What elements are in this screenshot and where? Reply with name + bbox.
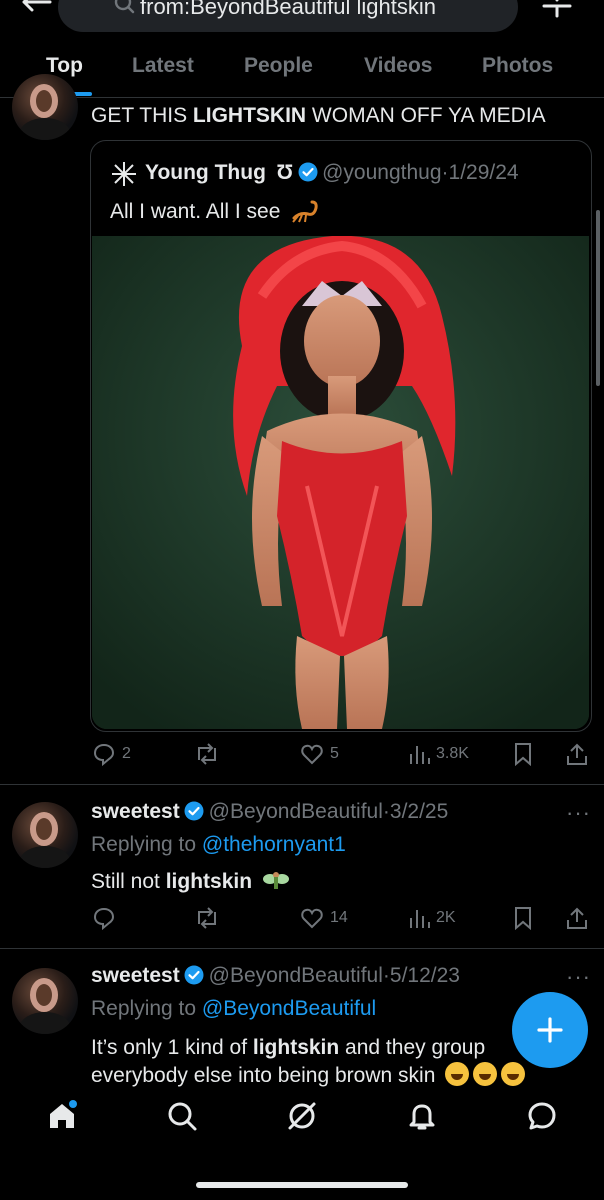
laughing-emoji-icon — [473, 1062, 498, 1086]
author-line: sweetest @BeyondBeautiful·5/12/23 — [91, 964, 460, 987]
author-line: sweetest @BeyondBeautiful·3/2/25 — [91, 800, 449, 823]
post-divider — [0, 948, 604, 949]
post-text-line-1: It’s only 1 kind of lightskin and they g… — [91, 1036, 486, 1059]
views-icon — [410, 910, 430, 928]
like-icon — [301, 744, 323, 765]
starburst-icon — [112, 162, 136, 186]
scrollbar-thumb[interactable] — [596, 210, 600, 386]
quoted-text: All I want. All I see — [110, 198, 320, 225]
verified-icon — [184, 965, 204, 985]
retweet-action[interactable] — [194, 742, 226, 766]
author-name[interactable]: sweetest — [91, 964, 180, 987]
like-action[interactable]: 5 — [300, 742, 339, 766]
search-nav-icon[interactable] — [166, 1100, 198, 1132]
home-indicator — [196, 1182, 408, 1188]
tab-people[interactable]: People — [244, 54, 313, 78]
retweet-icon — [198, 743, 216, 765]
tab-latest[interactable]: Latest — [132, 54, 194, 78]
retweet-action[interactable] — [194, 906, 226, 930]
compose-button[interactable] — [512, 992, 588, 1068]
quoted-photo[interactable] — [92, 236, 589, 729]
laughing-emoji-icon — [501, 1062, 526, 1086]
post-text: Still not lightskin — [91, 868, 290, 895]
views-action[interactable]: 3.8K — [408, 742, 469, 766]
author-handle: @BeyondBeautiful — [208, 964, 383, 987]
views-icon — [410, 746, 430, 764]
back-arrow-icon[interactable] — [16, 0, 56, 28]
replying-to: Replying to @BeyondBeautiful — [91, 997, 377, 1020]
search-tabs: Top Latest People Videos Photos — [0, 46, 604, 98]
search-query[interactable]: from:BeyondBeautiful lightskin — [140, 0, 436, 20]
post-text: GET THIS LIGHTSKIN WOMAN OFF YA MEDIA — [91, 104, 546, 127]
quoted-author-line: Young Thug Ʊ @youngthug·1/29/24 — [145, 161, 519, 184]
tab-photos[interactable]: Photos — [482, 54, 553, 78]
quoted-date: 1/29/24 — [448, 161, 519, 184]
reply-icon — [93, 743, 115, 766]
like-action[interactable]: 14 — [300, 906, 348, 930]
reply-action[interactable]: 2 — [92, 742, 131, 766]
bookmark-icon[interactable] — [512, 906, 534, 930]
more-options-button[interactable]: ··· — [566, 800, 591, 826]
reply-action[interactable] — [92, 906, 122, 930]
tabs-divider — [0, 97, 604, 98]
photo-woman-red-costume — [92, 236, 589, 729]
settings-icon[interactable] — [540, 0, 574, 20]
author-handle: @BeyondBeautiful — [208, 800, 383, 823]
verified-icon — [298, 162, 318, 182]
top-bar: from:BeyondBeautiful lightskin — [0, 0, 604, 46]
reply-icon — [93, 907, 115, 930]
laughing-emoji-icon — [445, 1062, 470, 1086]
bookmark-icon[interactable] — [512, 742, 534, 766]
share-icon[interactable] — [566, 906, 588, 930]
avatar[interactable] — [12, 74, 78, 140]
views-action[interactable]: 2K — [408, 906, 456, 930]
replying-to-link[interactable]: @BeyondBeautiful — [202, 997, 376, 1020]
post-text-line-2: everybody else into being brown skin — [91, 1062, 526, 1089]
more-options-button[interactable]: ··· — [566, 964, 591, 990]
post-divider — [0, 784, 604, 785]
author-symbol: Ʊ — [276, 161, 294, 184]
search-icon — [114, 0, 135, 14]
scorpion-icon — [292, 200, 318, 223]
notifications-icon[interactable] — [406, 1100, 438, 1132]
quoted-author-name[interactable]: Young Thug — [145, 161, 266, 184]
post-date: 5/12/23 — [389, 964, 460, 987]
replying-to: Replying to @thehornyant1 — [91, 833, 346, 856]
avatar[interactable] — [12, 968, 78, 1034]
avatar[interactable] — [12, 802, 78, 868]
like-icon — [301, 908, 323, 929]
verified-icon — [184, 801, 204, 821]
quoted-handle: @youngthug — [322, 161, 442, 184]
grok-icon[interactable] — [286, 1100, 318, 1132]
messages-icon[interactable] — [526, 1100, 558, 1132]
retweet-icon — [198, 907, 216, 929]
author-name[interactable]: sweetest — [91, 800, 180, 823]
replying-to-link[interactable]: @thehornyant1 — [202, 833, 346, 856]
share-icon[interactable] — [566, 742, 588, 766]
compose-icon — [537, 1017, 563, 1043]
tab-videos[interactable]: Videos — [364, 54, 432, 78]
fairy-icon — [262, 872, 289, 889]
post-date: 3/2/25 — [389, 800, 449, 823]
home-icon[interactable] — [46, 1100, 78, 1132]
